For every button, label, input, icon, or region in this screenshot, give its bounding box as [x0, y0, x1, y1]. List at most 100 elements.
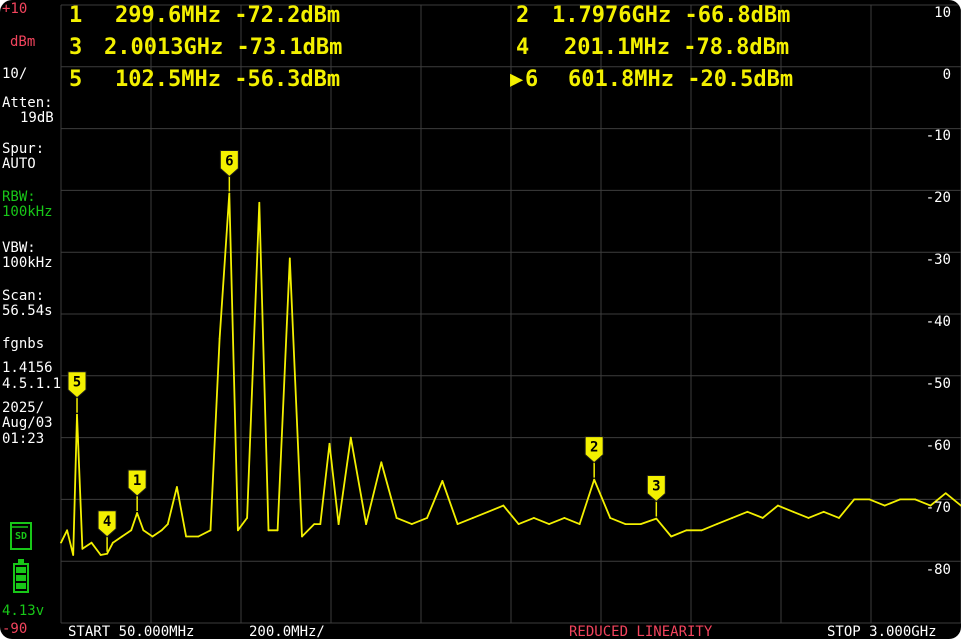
marker-flag-label: 2: [590, 440, 598, 456]
y-axis-label-minus20: -20: [925, 190, 951, 206]
spectrum-analyzer-screen: 1 2 3 4 5 6 +10 dBm 10/ Atten: 19dB Spur: AUT…: [0, 0, 961, 639]
trace-point: [121, 535, 123, 538]
marker-readout-5: 102.5MHz -56.3dBm: [115, 67, 341, 92]
trace-point: [111, 541, 114, 544]
marker-readout-6: 601.8MHz -20.5dBm: [568, 67, 794, 92]
trace-point: [72, 554, 75, 556]
y-axis-label-minus80: -80: [925, 562, 951, 578]
scan-value: 56.54s: [2, 303, 53, 319]
sd-card-icon-stripe: [12, 526, 28, 528]
marker-readout-4: 201.1MHz -78.8dBm: [564, 35, 790, 60]
trace-point: [532, 517, 535, 519]
marker-flag-label: 6: [225, 153, 233, 169]
trace-point: [426, 517, 429, 519]
trace-point: [185, 535, 187, 538]
trace-point: [228, 192, 231, 195]
trace-point: [267, 529, 270, 532]
trace-point: [106, 552, 108, 555]
trace-point: [517, 523, 520, 526]
trace-point: [160, 529, 163, 532]
y-axis-label-10: 10: [934, 5, 951, 21]
trace-point: [700, 529, 703, 532]
trace-point: [456, 523, 459, 526]
trace-point: [142, 529, 145, 532]
y-axis-label-0: 0: [942, 67, 951, 83]
spectrum-plot: 1 2 3 4 5 6: [60, 4, 961, 624]
vbw-label: VBW:: [2, 240, 36, 256]
trace-point: [301, 535, 303, 538]
marker-readout-3: 2.0013GHz -73.1dBm: [104, 35, 343, 60]
trace-point: [838, 517, 840, 519]
trace-point: [176, 486, 178, 488]
trace-point: [337, 523, 340, 526]
trace-point: [563, 517, 566, 519]
trace-point: [218, 337, 221, 340]
marker-readout-index-6: 6: [525, 67, 539, 92]
start-frequency: START 50.000MHz: [68, 624, 195, 639]
trace-point: [246, 517, 249, 519]
marker-readout-1: 299.6MHz -72.2dBm: [115, 3, 341, 28]
bottom-reference-level: -90: [2, 621, 28, 637]
y-axis-label-minus60: -60: [925, 438, 951, 454]
rbw-value: 100kHz: [2, 204, 53, 220]
trace-point: [237, 529, 239, 532]
trace-point: [685, 529, 688, 532]
trace-point: [90, 541, 93, 544]
trace-point: [151, 535, 154, 538]
span-per-div: 200.0MHz/: [249, 624, 325, 639]
scan-label: Scan:: [2, 288, 45, 304]
marker-flag-label: 3: [652, 479, 660, 495]
trace-point: [609, 517, 612, 519]
trace-point: [313, 523, 316, 526]
trace-point: [166, 523, 169, 526]
y-axis-label-minus40: -40: [925, 314, 951, 330]
trace-point: [209, 529, 212, 532]
battery-voltage: 4.13v: [2, 603, 45, 619]
trace-point: [288, 257, 291, 260]
trace-point: [349, 436, 352, 439]
trace-point: [258, 201, 261, 204]
trace-point: [66, 529, 69, 532]
marker-layer: 1 2 3 4 5 6: [67, 149, 666, 552]
y-axis-label-minus70: -70: [925, 500, 951, 516]
y-axis-label-minus30: -30: [925, 252, 951, 268]
trace-point: [655, 517, 658, 520]
trace-point: [593, 478, 596, 481]
trace-point: [276, 529, 279, 532]
trace-point: [777, 504, 779, 507]
clock-time: 01:23: [2, 431, 45, 447]
marker-readout-2: 1.7976GHz -66.8dBm: [552, 3, 791, 28]
trace-point: [502, 504, 505, 507]
trace-point: [761, 517, 764, 519]
amplitude-unit: dBm: [10, 34, 36, 50]
trace-point: [136, 512, 139, 514]
atten-value: 19dB: [20, 110, 54, 126]
trace-point: [380, 461, 383, 464]
trace-point: [731, 517, 734, 519]
trace-point: [639, 523, 642, 526]
marker-flag-label: 1: [133, 473, 141, 489]
trace-point: [328, 442, 331, 445]
trace-point: [471, 517, 474, 519]
trace-point: [130, 529, 133, 532]
trace-point: [746, 510, 749, 513]
play-marker-icon: ▶: [510, 67, 524, 92]
marker-readout-index-1: 1: [69, 3, 83, 28]
marker-readout-index-5: 5: [69, 67, 83, 92]
firmware-build: 1.4156: [2, 360, 53, 376]
trace-point: [319, 523, 322, 526]
spur-label: Spur:: [2, 141, 45, 157]
trace-point: [487, 510, 490, 513]
firmware-version: 4.5.1.1: [2, 376, 62, 392]
scale-per-div: 10/: [2, 66, 28, 82]
date-year: 2025/: [2, 400, 45, 416]
marker-readout-index-4: 4: [516, 35, 530, 60]
trace-point: [197, 535, 200, 538]
battery-bar-2: [16, 575, 26, 581]
stop-frequency: STOP 3.000GHz: [827, 624, 937, 639]
battery-bar-1: [16, 567, 26, 573]
marker-readout-index-2: 2: [516, 3, 530, 28]
trace-point: [578, 523, 581, 526]
trace-point: [624, 523, 627, 526]
spur-value: AUTO: [2, 156, 36, 172]
